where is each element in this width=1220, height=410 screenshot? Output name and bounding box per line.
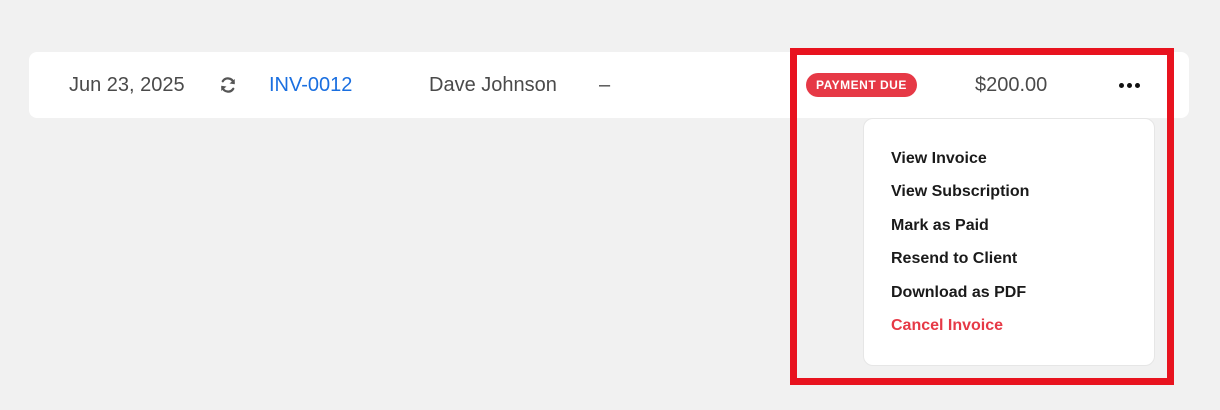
invoice-number-link[interactable]: INV-0012: [269, 52, 352, 118]
more-horizontal-icon: [1118, 82, 1140, 88]
invoice-row[interactable]: Jun 23, 2025 INV-0012 Dave Johnson – PAY…: [29, 52, 1189, 118]
menu-item-resend-to-client[interactable]: Resend to Client: [864, 242, 1154, 275]
menu-item-mark-as-paid[interactable]: Mark as Paid: [864, 209, 1154, 242]
page: Jun 23, 2025 INV-0012 Dave Johnson – PAY…: [0, 0, 1220, 410]
menu-item-cancel-invoice[interactable]: Cancel Invoice: [864, 309, 1154, 342]
invoice-amount: $200.00: [975, 73, 1048, 96]
status-badge-cell: PAYMENT DUE: [806, 52, 917, 118]
menu-item-download-pdf[interactable]: Download as PDF: [864, 276, 1154, 309]
menu-item-view-invoice[interactable]: View Invoice: [864, 142, 1154, 175]
refresh-icon-svg: [221, 77, 235, 93]
client-name: Dave Johnson: [429, 73, 557, 96]
status-badge: PAYMENT DUE: [806, 73, 917, 97]
menu-item-view-subscription[interactable]: View Subscription: [864, 175, 1154, 208]
refresh-icon: [218, 52, 238, 118]
actions-dropdown-menu: View Invoice View Subscription Mark as P…: [863, 118, 1155, 366]
empty-field-dash: –: [599, 73, 611, 96]
more-actions-button[interactable]: [1117, 52, 1141, 118]
invoice-date: Jun 23, 2025: [69, 73, 185, 96]
